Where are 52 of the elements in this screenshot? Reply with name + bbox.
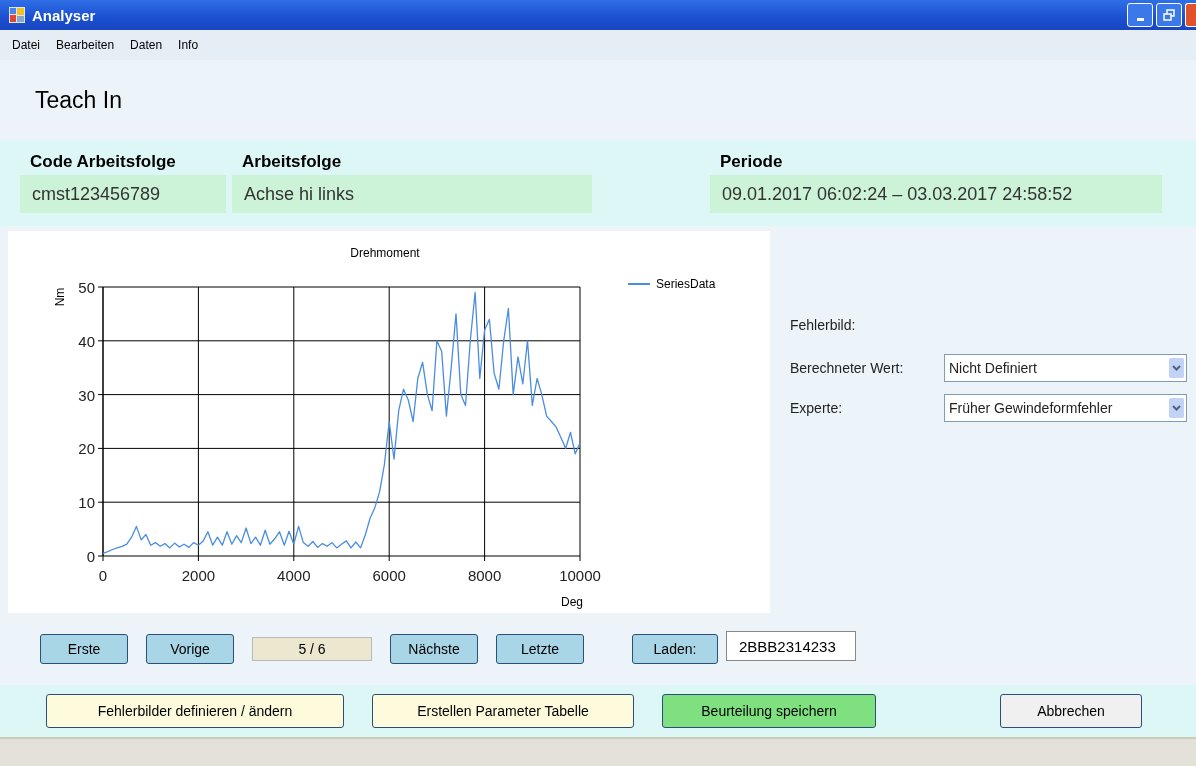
tick-label: 0 xyxy=(86,548,95,565)
nav-button[interactable]: Nächste xyxy=(390,634,478,664)
record-counter: 5 / 6 xyxy=(252,637,372,661)
field-label: Periode xyxy=(719,152,784,173)
dropdown[interactable]: Nicht Definiert xyxy=(944,354,1187,382)
section-label: Fehlerbild: xyxy=(790,317,856,333)
app-icon xyxy=(8,6,26,24)
tick-label: 6000 xyxy=(372,567,406,584)
axis-label: Deg xyxy=(561,595,583,609)
action-button[interactable]: Abbrechen xyxy=(1000,694,1142,728)
value-field: 09.01.2017 06:02:24 – 03.03.2017 24:58:52 xyxy=(710,175,1162,213)
close-button[interactable] xyxy=(1185,3,1196,27)
tick-label: 30 xyxy=(78,386,95,404)
dropdown[interactable]: Früher Gewindeformfehler xyxy=(944,394,1187,422)
tick-label: 8000 xyxy=(467,567,502,584)
page-heading: Teach In xyxy=(35,86,122,114)
chart-title: Drehmoment xyxy=(350,246,420,260)
restore-icon xyxy=(1163,9,1175,21)
menu-item[interactable]: Datei xyxy=(4,38,48,52)
axis-label: Nm xyxy=(53,287,67,307)
field-label: Code Arbeitsfolge xyxy=(29,152,177,173)
action-button[interactable]: Beurteilung speichern xyxy=(662,694,876,728)
restore-button[interactable] xyxy=(1156,3,1182,27)
load-button[interactable]: Laden: xyxy=(632,634,718,664)
tick-label: 50 xyxy=(78,279,95,296)
field-label: Experte: xyxy=(790,400,844,416)
load-input[interactable]: 2BBB2314233 xyxy=(726,631,856,661)
nav-button[interactable]: Erste xyxy=(40,634,128,664)
tick-label: 10 xyxy=(78,494,95,512)
value-field: Achse hi links xyxy=(232,175,592,213)
tick-label: 4000 xyxy=(277,567,311,584)
tick-label: 10000 xyxy=(559,567,601,584)
minimize-icon xyxy=(1136,17,1144,21)
legend-label: SeriesData xyxy=(656,277,716,291)
action-button[interactable]: Fehlerbilder definieren / ändern xyxy=(46,694,344,728)
tick-label: 2000 xyxy=(181,567,216,584)
chevron-down-icon xyxy=(1172,365,1181,371)
field-label: Berechneter Wert: xyxy=(790,360,905,376)
minimize-button[interactable] xyxy=(1127,3,1153,27)
tick-label: 20 xyxy=(78,440,95,458)
nav-button[interactable]: Vorige xyxy=(146,634,234,664)
tick-label: 0 xyxy=(98,567,108,584)
window-title: Analyser xyxy=(32,6,96,24)
field-label: Arbeitsfolge xyxy=(241,152,343,173)
action-button[interactable]: Erstellen Parameter Tabelle xyxy=(372,694,634,728)
tick-label: 40 xyxy=(78,332,95,350)
value-field: cmst123456789 xyxy=(20,175,226,213)
menu-item[interactable]: Bearbeiten xyxy=(48,38,123,52)
menu-item[interactable]: Daten xyxy=(122,38,171,52)
nav-button[interactable]: Letzte xyxy=(496,634,584,664)
chevron-down-icon xyxy=(1172,405,1181,411)
menu-item[interactable]: Info xyxy=(170,38,207,52)
